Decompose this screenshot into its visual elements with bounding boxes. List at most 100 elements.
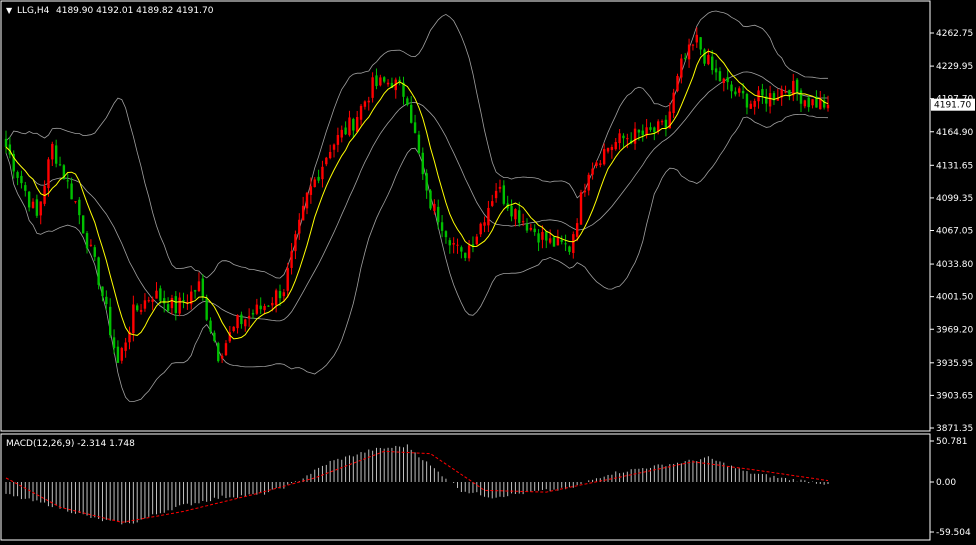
candle-body	[54, 145, 58, 164]
candle-body	[433, 203, 436, 211]
candle-body	[58, 164, 62, 166]
candle-body	[691, 44, 695, 46]
candle-body	[340, 129, 343, 138]
candle-body	[325, 157, 328, 165]
candle-body	[425, 173, 428, 191]
candle-body	[382, 77, 386, 82]
candle-body	[182, 300, 185, 302]
candle-body	[568, 246, 571, 252]
candle-body	[718, 71, 722, 82]
candle-body	[78, 199, 81, 216]
candle-body	[178, 297, 181, 314]
candle-body	[807, 97, 810, 108]
candle-body	[116, 346, 120, 363]
candle-body	[70, 183, 73, 200]
candle-body	[734, 91, 737, 95]
candle-body	[456, 244, 459, 246]
candle-body	[355, 117, 359, 133]
candle-body	[159, 288, 162, 301]
candle-body	[533, 228, 536, 233]
candle-body	[429, 190, 432, 209]
candle-body	[112, 337, 116, 349]
candle-body	[660, 121, 664, 123]
candle-body	[309, 186, 313, 195]
candle-body	[301, 205, 305, 221]
candle-body	[220, 355, 224, 359]
candle-body	[313, 179, 316, 188]
candle-body	[89, 244, 93, 246]
candle-body	[510, 205, 513, 217]
candle-body	[105, 296, 108, 305]
price-tick-label: 4131.65	[936, 161, 973, 171]
price-tick-label: 4262.75	[936, 29, 973, 39]
candle-body	[74, 201, 77, 203]
candle-body	[348, 117, 351, 136]
candle-body	[514, 209, 517, 220]
candle-body	[371, 77, 374, 98]
candle-body	[556, 236, 560, 246]
macd-tick-label: 0.00	[936, 478, 956, 488]
candle-body	[155, 290, 158, 299]
candle-body	[479, 223, 482, 235]
candle-body	[193, 290, 197, 292]
candle-body	[572, 234, 575, 253]
candle-body	[799, 90, 803, 104]
candle-body	[201, 278, 205, 297]
candle-body	[39, 201, 42, 216]
candle-body	[595, 162, 598, 166]
menu-arrow-icon[interactable]: ▼	[6, 6, 13, 15]
price-tick-label: 3969.20	[936, 325, 973, 335]
candle-body	[209, 320, 212, 332]
candle-body	[328, 151, 332, 159]
candle-body	[711, 56, 714, 71]
candle-body	[749, 103, 753, 109]
candle-body	[487, 207, 490, 226]
candle-body	[448, 240, 452, 246]
candle-body	[738, 88, 741, 93]
current-price-label: 4191.70	[934, 101, 971, 111]
candle-body	[545, 231, 548, 241]
candle-body	[602, 149, 606, 165]
price-tick-label: 4067.05	[936, 227, 973, 237]
candle-body	[498, 186, 502, 189]
candle-body	[101, 286, 104, 297]
candle-body	[278, 291, 282, 299]
candle-body	[803, 100, 807, 107]
candle-body	[788, 89, 791, 95]
candle-body	[680, 58, 683, 78]
candle-body	[699, 37, 702, 50]
candle-body	[741, 90, 745, 94]
candle-body	[703, 49, 706, 64]
candle-body	[336, 135, 340, 145]
candle-body	[730, 84, 733, 92]
macd-axis: 50.781 0.00 -59.504	[930, 437, 971, 538]
candle-body	[35, 199, 39, 216]
candle-body	[641, 130, 644, 136]
candle-body	[676, 75, 679, 91]
price-panel-frame	[0, 0, 931, 432]
candle-body	[271, 302, 274, 306]
price-tick-label: 3935.95	[936, 359, 973, 369]
candle-body	[163, 298, 166, 304]
price-tick-label: 4164.90	[936, 128, 973, 138]
candle-body	[575, 223, 579, 237]
candle-body	[406, 98, 409, 105]
candle-body	[66, 180, 69, 182]
candle-body	[305, 192, 309, 209]
candle-body	[610, 146, 614, 151]
candle-body	[745, 93, 749, 108]
candle-body	[494, 190, 498, 199]
macd-tick-label: 50.781	[936, 437, 968, 447]
candle-body	[726, 77, 729, 83]
candle-body	[197, 281, 201, 292]
candle-body	[247, 315, 251, 319]
candle-body	[467, 245, 471, 259]
candle-body	[4, 138, 8, 147]
candle-body	[317, 176, 320, 181]
candle-body	[174, 296, 178, 314]
macd-tick-label: -59.504	[936, 528, 971, 538]
ohlc-readout: 4189.90 4192.01 4189.82 4191.70	[56, 6, 214, 16]
candle-body	[784, 91, 787, 93]
candle-body	[521, 221, 525, 223]
candle-body	[656, 121, 660, 132]
